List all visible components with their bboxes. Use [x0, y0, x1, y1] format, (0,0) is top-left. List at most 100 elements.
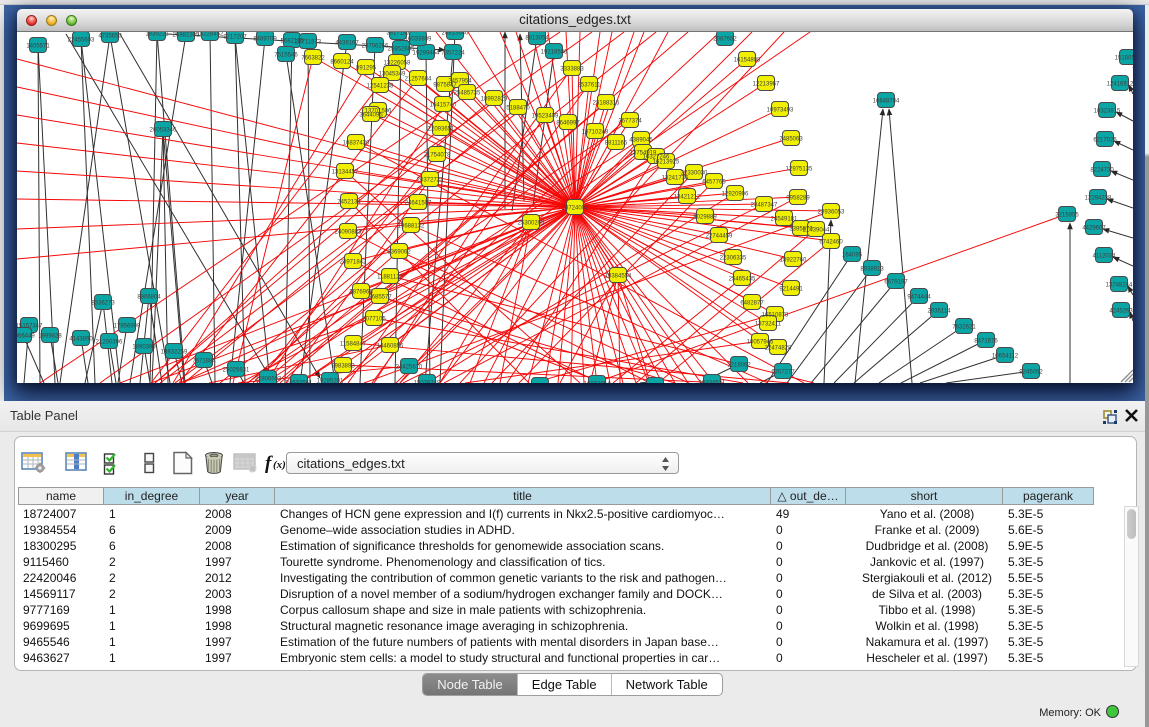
svg-text:13421212: 13421212: [674, 195, 701, 201]
svg-text:10334531: 10334531: [699, 381, 726, 384]
svg-text:7663822: 7663822: [301, 56, 325, 62]
svg-text:16154808: 16154808: [734, 58, 761, 64]
svg-text:891295: 891295: [356, 66, 377, 72]
svg-text:10323815: 10323815: [1094, 109, 1121, 115]
svg-text:22455603: 22455603: [68, 38, 95, 44]
svg-text:4112034: 4112034: [1093, 254, 1117, 260]
svg-text:10837430: 10837430: [343, 141, 370, 147]
svg-text:22744459: 22744459: [706, 234, 733, 240]
svg-text:7632621: 7632621: [952, 325, 976, 331]
svg-text:13045349: 13045349: [379, 72, 406, 78]
svg-text:4389045: 4389045: [629, 138, 653, 144]
svg-text:19832259: 19832259: [161, 350, 188, 356]
svg-text:25485735: 25485735: [454, 91, 481, 97]
svg-text:2935114: 2935114: [928, 309, 952, 315]
svg-text:8660124: 8660124: [330, 60, 354, 66]
svg-text:12416912: 12416912: [1107, 82, 1133, 88]
svg-text:16033809: 16033809: [405, 37, 432, 43]
svg-text:2066449: 2066449: [17, 334, 35, 340]
svg-text:23706266: 23706266: [362, 44, 389, 50]
svg-text:25465435: 25465435: [729, 277, 756, 283]
svg-text:22306335: 22306335: [720, 256, 747, 262]
svg-text:4735650: 4735650: [98, 34, 122, 40]
svg-text:1839221: 1839221: [145, 32, 169, 38]
svg-text:14460856: 14460856: [377, 344, 404, 350]
svg-text:25300205: 25300205: [518, 221, 545, 227]
svg-text:13748244: 13748244: [1106, 283, 1133, 289]
svg-text:8029889: 8029889: [693, 215, 717, 221]
svg-text:9245052: 9245052: [1019, 370, 1043, 376]
svg-text:15076749: 15076749: [414, 381, 441, 384]
svg-text:7485063: 7485063: [779, 137, 803, 143]
svg-text:10654112: 10654112: [992, 354, 1019, 360]
svg-text:13134457: 13134457: [332, 170, 359, 176]
svg-text:13732411: 13732411: [755, 322, 782, 328]
svg-text:12213967: 12213967: [753, 82, 780, 88]
svg-text:8369062: 8369062: [387, 250, 411, 256]
svg-text:8336273: 8336273: [91, 301, 115, 307]
svg-text:18922760: 18922760: [780, 258, 807, 264]
svg-text:9474444: 9474444: [907, 295, 931, 301]
svg-text:24532561: 24532561: [286, 381, 313, 384]
svg-text:8811165: 8811165: [605, 141, 628, 147]
svg-text:12920906: 12920906: [722, 192, 749, 198]
svg-text:18992829: 18992829: [481, 97, 508, 103]
svg-text:24549181: 24549181: [771, 217, 798, 223]
svg-text:8489709: 8489709: [253, 37, 277, 43]
svg-text:10710248: 10710248: [582, 130, 609, 136]
svg-text:8938913: 8938913: [860, 267, 884, 273]
svg-text:9958289: 9958289: [786, 196, 810, 202]
svg-text:22806503: 22806503: [255, 377, 282, 383]
svg-text:8806804: 8806804: [137, 295, 161, 301]
svg-text:18724007: 18724007: [562, 206, 589, 212]
svg-text:7671884: 7671884: [192, 359, 216, 365]
svg-text:4429607: 4429607: [1082, 226, 1106, 232]
svg-text:5188470: 5188470: [506, 106, 530, 112]
svg-text:15157347: 15157347: [17, 324, 43, 330]
svg-text:7452134: 7452134: [337, 200, 361, 206]
svg-text:8685577: 8685577: [368, 295, 392, 301]
svg-text:6742460: 6742460: [819, 240, 843, 246]
svg-text:7515546: 7515546: [274, 53, 298, 59]
svg-text:2077105: 2077105: [362, 317, 386, 323]
svg-text:21257684: 21257684: [405, 77, 432, 83]
svg-text:4439167: 4439167: [335, 41, 359, 47]
svg-text:24425670: 24425670: [396, 365, 423, 371]
svg-text:22093651: 22093651: [428, 127, 455, 133]
svg-text:25025631: 25025631: [223, 368, 250, 374]
svg-text:16213925: 16213925: [653, 160, 680, 166]
svg-text:13241736: 13241736: [662, 176, 689, 182]
svg-text:21439044: 21439044: [803, 228, 830, 234]
svg-text:3677374: 3677374: [618, 119, 642, 125]
svg-text:3333883: 3333883: [560, 67, 584, 73]
svg-text:23487347: 23487347: [751, 203, 778, 209]
svg-text:25852685: 25852685: [388, 47, 415, 53]
svg-text:2537611: 2537611: [578, 83, 602, 89]
svg-text:19384554: 19384554: [605, 274, 632, 280]
svg-text:9983893: 9983893: [331, 364, 355, 370]
svg-text:13226058: 13226058: [384, 61, 411, 67]
svg-text:6357277: 6357277: [771, 370, 795, 376]
svg-text:21754078: 21754078: [424, 153, 451, 159]
svg-text:19299464: 19299464: [413, 51, 440, 57]
svg-text:1218062: 1218062: [727, 363, 751, 369]
svg-text:23971842: 23971842: [340, 260, 367, 266]
svg-text:3644095: 3644095: [359, 113, 383, 119]
svg-text:23936053: 23936053: [818, 210, 845, 216]
svg-text:16415740: 16415740: [430, 103, 457, 109]
svg-text:11584847: 11584847: [340, 342, 367, 348]
svg-text:164095: 164095: [842, 253, 863, 259]
svg-text:6482877: 6482877: [740, 301, 764, 307]
svg-text:16072954: 16072954: [584, 382, 611, 384]
svg-text:3215955: 3215955: [1055, 213, 1079, 219]
svg-text:24090883: 24090883: [335, 230, 362, 236]
svg-text:(x): (x): [273, 459, 286, 471]
svg-text:12541238: 12541238: [367, 84, 394, 90]
svg-text:25711873: 25711873: [295, 40, 322, 46]
svg-text:6217026: 6217026: [1093, 138, 1117, 144]
svg-text:11881122: 11881122: [377, 275, 403, 281]
svg-text:6679197: 6679197: [884, 280, 908, 286]
svg-text:1999828: 1999828: [38, 334, 62, 340]
svg-text:24641507: 24641507: [405, 201, 432, 207]
svg-text:16510878: 16510878: [762, 313, 789, 319]
